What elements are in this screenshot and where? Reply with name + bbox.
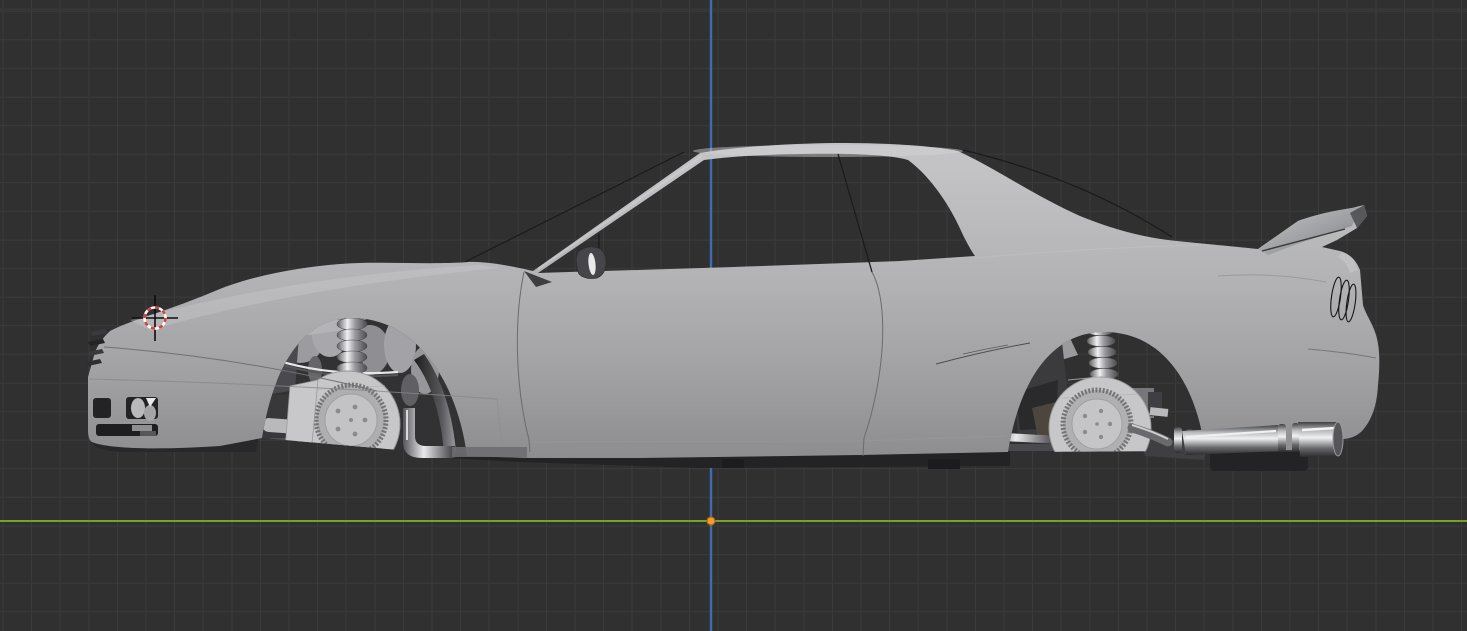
b-pillar-line [837,153,873,273]
exhaust-tip [1332,421,1344,457]
front-brake-caliper [284,379,319,456]
viewport-3d[interactable] [0,0,1467,631]
axis-line-horizontal [0,520,1467,522]
car-object[interactable] [86,143,1380,479]
scene-canvas [0,0,1467,631]
object-origin-point[interactable] [706,516,716,526]
